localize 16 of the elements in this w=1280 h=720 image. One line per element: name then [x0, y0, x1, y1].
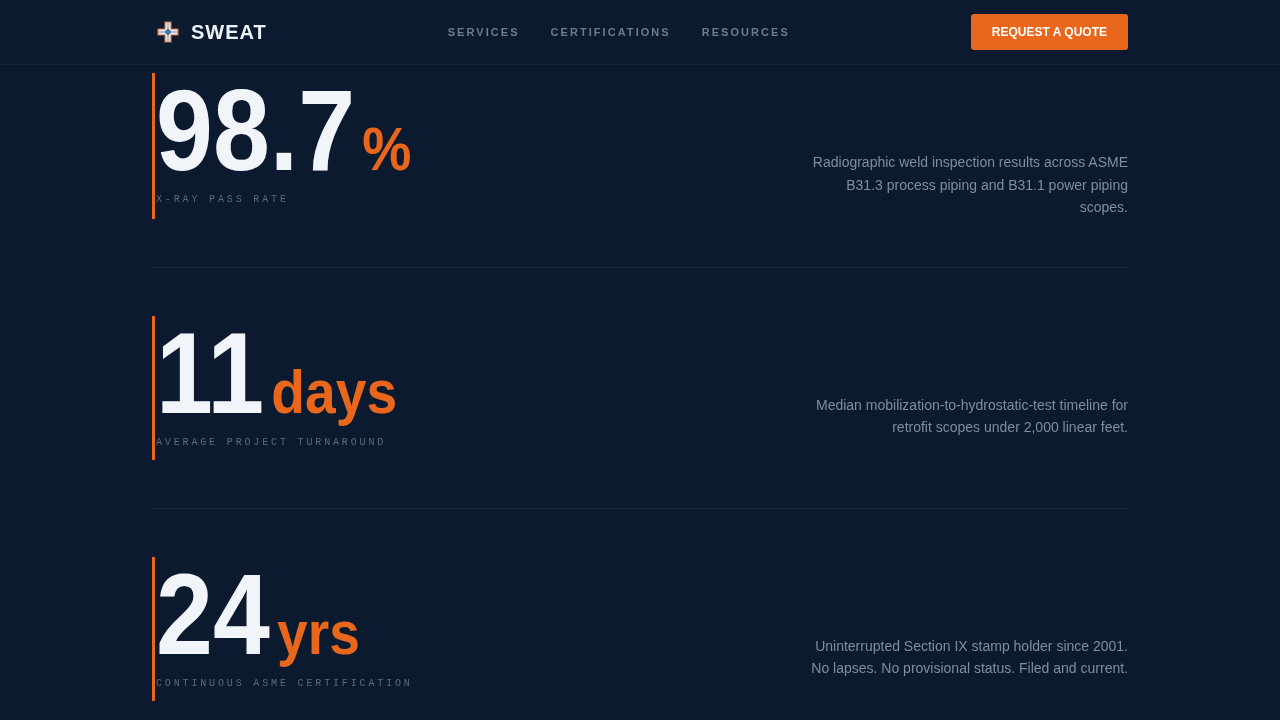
brand-name: SWEAT	[191, 20, 267, 44]
nav-link[interactable]: CERTIFICATIONS	[550, 26, 671, 38]
stat-value: 11	[156, 315, 265, 431]
stat-value: 98.7	[156, 73, 356, 188]
logo-icon	[157, 21, 179, 43]
nav-link[interactable]: RESOURCES	[701, 26, 790, 38]
request-quote-button[interactable]: REQUEST A QUOTE	[970, 14, 1128, 50]
stat-label: AVERAGE PROJECT TURNAROUND	[156, 435, 387, 450]
stat-description: Median mobilization-to-hydrostatic-test timeline for retrofit scopes under 2,000 linear feet.	[815, 395, 1128, 437]
stat-value: 24	[156, 556, 270, 672]
stat-unit: %	[362, 118, 412, 180]
nav-link[interactable]: SERVICES	[447, 26, 520, 38]
stat-description: Uninterrupted Section IX stamp holder since 2001. No lapses. No provisional status. Filed and current.	[810, 636, 1128, 678]
stat-description: Radiographic weld inspection results across ASME B31.3 process piping and B31.1 power piping scopes.	[811, 153, 1128, 217]
stat-label: X-RAY PASS RATE	[156, 193, 289, 207]
stat-label: CONTINUOUS ASME CERTIFICATION	[156, 676, 413, 691]
